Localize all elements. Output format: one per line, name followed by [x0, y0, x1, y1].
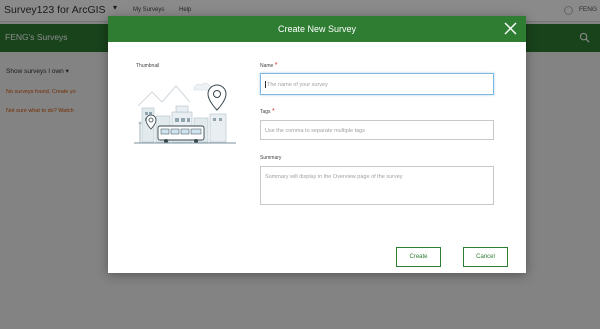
tags-input[interactable]: Use the comma to separate multiple tags [260, 120, 494, 140]
create-button[interactable]: Create [396, 247, 441, 267]
close-icon[interactable] [502, 20, 519, 37]
summary-placeholder: Summary will display in the Overview pag… [265, 174, 403, 180]
dialog-header: Create New Survey [108, 16, 526, 42]
tags-label: Tags * [260, 108, 275, 115]
summary-label: Summary [260, 155, 282, 161]
required-asterisk: * [271, 108, 275, 115]
create-survey-dialog: Create New Survey Thumbnail Name * The n… [108, 16, 526, 273]
text-cursor [265, 81, 266, 88]
name-placeholder: The name of your survey [267, 81, 328, 88]
tags-placeholder: Use the comma to separate multiple tags [265, 128, 365, 134]
summary-textarea[interactable]: Summary will display in the Overview pag… [260, 166, 494, 205]
name-input[interactable]: The name of your survey [260, 73, 494, 95]
cancel-button[interactable]: Cancel [463, 247, 508, 267]
dialog-title: Create New Survey [277, 24, 357, 34]
name-label: Name * [260, 62, 278, 69]
thumbnail-label: Thumbnail [136, 63, 160, 69]
survey-thumbnail-illustration[interactable] [132, 72, 238, 150]
required-asterisk: * [274, 62, 278, 69]
